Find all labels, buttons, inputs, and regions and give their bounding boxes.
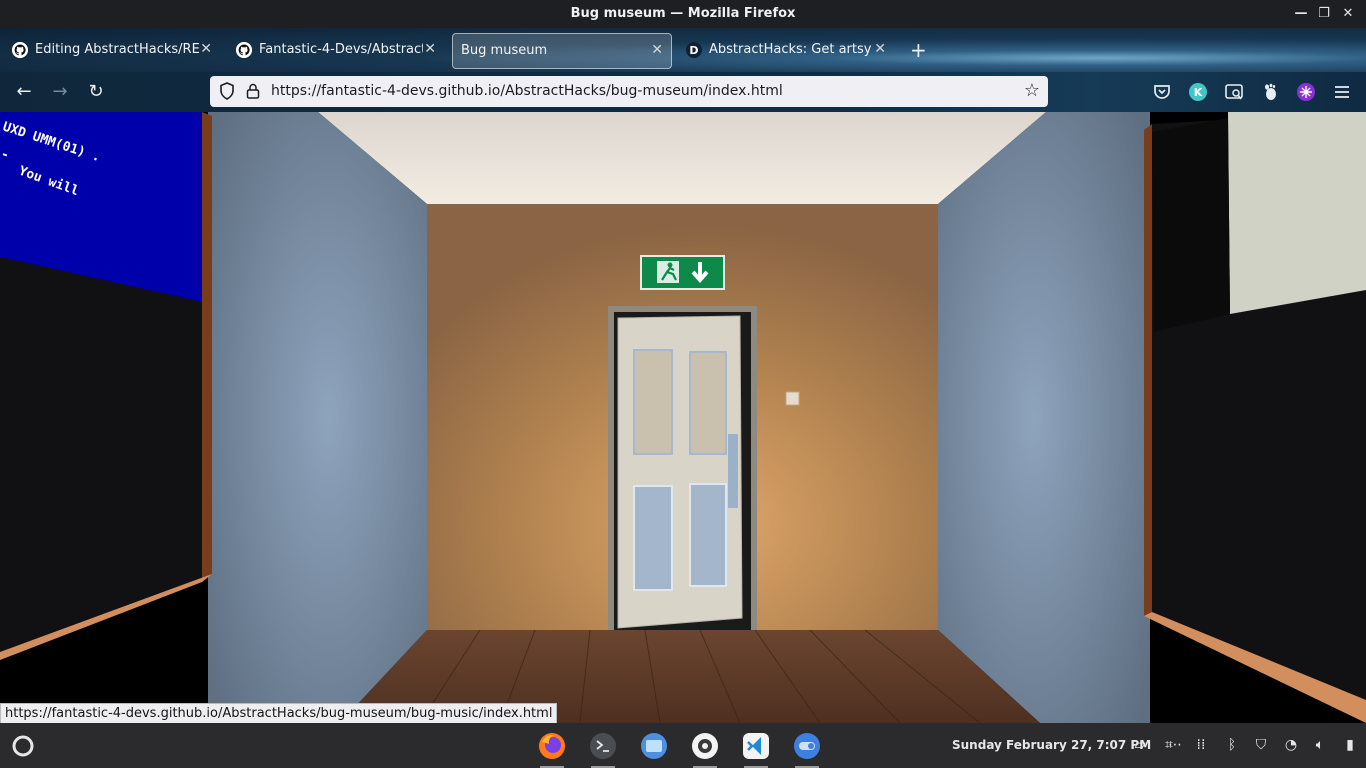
toggle-app-icon[interactable] [791,730,823,768]
firefox-icon[interactable] [536,730,568,768]
clock[interactable]: Sunday February 27, 7:07 PM [952,738,1151,752]
more-icon[interactable]: ⋯ [1166,736,1184,754]
right-wall [938,112,1150,723]
github-icon [236,42,252,58]
shield-icon[interactable] [219,82,235,100]
github-icon [12,42,28,58]
shield-icon[interactable]: ⛉ [1252,736,1270,754]
museum-scene[interactable]: UXD UMM(01) . You will - [0,112,1366,723]
minimize-icon[interactable]: — [1290,3,1312,25]
bluetooth-icon[interactable]: ᛒ [1223,736,1241,754]
tab-label: AbstractHacks: Get artsy wi [709,42,873,57]
tab-label: Bug museum [461,43,548,58]
url-bar[interactable]: https://fantastic-4-devs.github.io/Abstr… [210,76,1048,107]
tab-devpost[interactable]: D AbstractHacks: Get artsy wi ✕ [676,33,894,67]
close-tab-icon[interactable]: ✕ [651,42,663,58]
volume-icon[interactable]: 🔈︎ [1311,736,1329,754]
left-exhibit-screen[interactable]: UXD UMM(01) . You will - [0,112,212,660]
notes-icon[interactable]: ▱ [1131,736,1149,754]
bookmark-star-icon[interactable]: ☆ [1024,80,1040,101]
tab-bar: Editing AbstractHacks/REAI ✕ Fantastic-4… [0,28,1366,72]
new-tab-button[interactable]: + [910,38,927,62]
navigation-toolbar: ← → ↻ https://fantastic-4-devs.github.io… [0,72,1366,112]
menu-icon[interactable] [1332,82,1352,102]
close-tab-icon[interactable]: ✕ [200,41,212,57]
ceiling [318,112,1046,204]
close-icon[interactable]: ✕ [1337,3,1359,25]
tab-label: Editing AbstractHacks/REAI [35,42,199,57]
close-tab-icon[interactable]: ✕ [424,41,436,57]
screenshot-icon[interactable] [1224,82,1244,102]
tab-editing-readme[interactable]: Editing AbstractHacks/REAI ✕ [2,33,220,67]
wifi-icon[interactable]: ◔ [1282,736,1300,754]
obs-icon[interactable] [689,730,721,768]
forward-button[interactable]: → [49,81,71,103]
tab-label: Fantastic-4-Devs/AbstractH [259,42,423,57]
vscode-icon[interactable] [740,730,772,768]
taskbar: Sunday February 27, 7:07 PM ▱ ⌗ ⋯ ⁞⁞ ᛒ ⛉… [0,723,1366,768]
light-switch [785,391,800,406]
back-button[interactable]: ← [13,81,35,103]
close-tab-icon[interactable]: ✕ [874,41,886,57]
left-wall [208,112,427,723]
url-text[interactable]: https://fantastic-4-devs.github.io/Abstr… [271,83,783,99]
apps-grid-icon[interactable]: ⁞⁞ [1192,736,1210,754]
svg-text:K: K [1194,86,1203,99]
right-exhibit-screen[interactable] [1144,112,1366,723]
reload-button[interactable]: ↻ [85,81,107,103]
launcher-icon[interactable] [8,730,40,762]
extension-icon[interactable] [1296,82,1316,102]
account-k-icon[interactable]: K [1188,82,1208,102]
devpost-icon: D [686,42,702,58]
window-titlebar: Bug museum — Mozilla Firefox — ❐ ✕ [0,0,1366,28]
window-title: Bug museum — Mozilla Firefox [570,6,796,21]
gnome-icon[interactable] [1260,82,1280,102]
files-icon[interactable] [638,730,670,762]
tab-fantastic-4-devs[interactable]: Fantastic-4-Devs/AbstractH ✕ [226,33,444,67]
lock-icon[interactable] [246,83,260,99]
page-content[interactable]: UXD UMM(01) . You will - [0,112,1366,723]
terminal-icon[interactable] [587,730,619,768]
svg-text:D: D [689,44,698,57]
exit-sign [640,255,725,290]
maximize-icon[interactable]: ❐ [1313,3,1335,25]
battery-icon[interactable]: ▮ [1341,736,1359,754]
pocket-icon[interactable] [1152,82,1172,102]
tab-bug-museum[interactable]: Bug museum ✕ [452,33,672,69]
link-preview-status: https://fantastic-4-devs.github.io/Abstr… [0,703,558,725]
bug-music-door[interactable] [617,315,743,629]
